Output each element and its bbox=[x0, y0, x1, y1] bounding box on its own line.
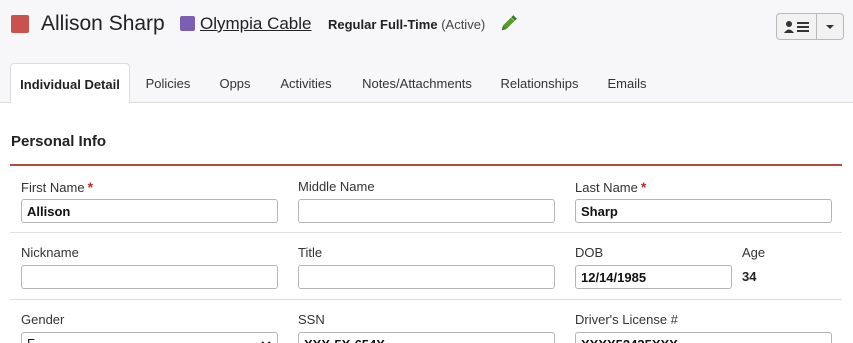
row-divider bbox=[10, 232, 842, 233]
caret-down-icon bbox=[826, 24, 834, 29]
actions-dropdown-button[interactable] bbox=[817, 14, 843, 39]
title-input[interactable] bbox=[298, 265, 555, 289]
last-name-input[interactable] bbox=[575, 199, 832, 223]
middle-name-label: Middle Name bbox=[298, 179, 375, 194]
company-link[interactable]: Olympia Cable bbox=[200, 14, 312, 34]
tab-notes-attachments[interactable]: Notes/Attachments bbox=[352, 63, 482, 103]
contact-card-icon bbox=[783, 20, 809, 33]
tab-individual-detail[interactable]: Individual Detail bbox=[10, 63, 130, 104]
age-value: 34 bbox=[742, 269, 757, 284]
last-name-label-text: Last Name bbox=[575, 180, 638, 195]
chevron-down-icon bbox=[261, 341, 271, 343]
middle-name-input[interactable] bbox=[298, 199, 555, 223]
age-label: Age bbox=[742, 245, 766, 260]
first-name-input[interactable] bbox=[21, 199, 278, 223]
first-name-label-text: First Name bbox=[21, 180, 85, 195]
gender-label: Gender bbox=[21, 312, 65, 327]
dob-label: DOB bbox=[575, 245, 604, 260]
drivers-license-input[interactable] bbox=[575, 332, 832, 343]
row-divider bbox=[10, 299, 842, 300]
individual-detail-panel: Personal Info First Name* Middle Name La… bbox=[0, 103, 853, 343]
person-name: Allison Sharp bbox=[41, 12, 165, 35]
employment-type: Regular Full-Time bbox=[328, 17, 438, 32]
ssn-input[interactable] bbox=[298, 332, 555, 343]
tab-bar: Individual Detail Policies Opps Activiti… bbox=[0, 63, 853, 104]
drivers-license-label: Driver's License # bbox=[575, 312, 678, 327]
last-name-label: Last Name * bbox=[575, 179, 646, 195]
tab-relationships[interactable]: Relationships bbox=[492, 63, 587, 103]
tab-opps[interactable]: Opps bbox=[210, 63, 260, 103]
required-marker: * bbox=[640, 179, 647, 195]
section-divider bbox=[10, 164, 842, 166]
first-name-label: First Name * bbox=[21, 179, 93, 195]
tab-policies[interactable]: Policies bbox=[136, 63, 200, 103]
tab-emails[interactable]: Emails bbox=[597, 63, 657, 103]
title-label: Title bbox=[298, 245, 323, 260]
company-color-chip bbox=[180, 16, 195, 31]
dob-input[interactable] bbox=[575, 265, 732, 289]
employment-status: (Active) bbox=[441, 17, 486, 32]
gender-select[interactable]: F bbox=[21, 332, 278, 343]
nickname-input[interactable] bbox=[21, 265, 278, 289]
actions-button-group bbox=[776, 13, 844, 40]
contact-card-button[interactable] bbox=[777, 14, 817, 39]
pencil-icon[interactable] bbox=[497, 13, 519, 35]
nickname-label: Nickname bbox=[21, 245, 79, 260]
gender-selected-value: F bbox=[27, 336, 35, 343]
section-title: Personal Info bbox=[11, 133, 107, 150]
ssn-label: SSN bbox=[298, 312, 325, 327]
tab-activities[interactable]: Activities bbox=[270, 63, 342, 103]
required-marker: * bbox=[87, 179, 94, 195]
record-header: Allison Sharp Olympia Cable Regular Full… bbox=[0, 0, 853, 55]
employment-info: Regular Full-Time (Active) bbox=[328, 17, 485, 32]
person-color-chip bbox=[11, 15, 29, 33]
